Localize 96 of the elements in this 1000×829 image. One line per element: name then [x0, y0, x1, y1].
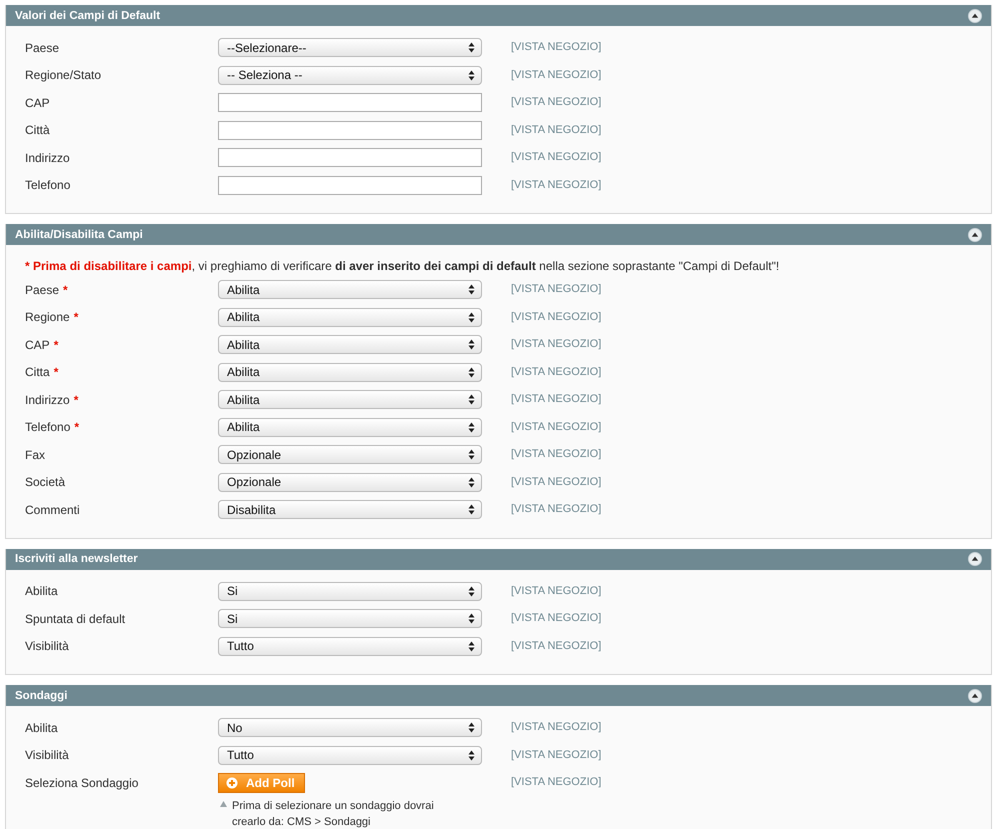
select-dropdown[interactable]: Abilita [218, 418, 482, 436]
scope-label: [VISTA NEGOZIO] [511, 95, 602, 110]
up-down-arrows-icon [468, 422, 475, 432]
field-label: Regione [25, 310, 70, 324]
required-mark: * [74, 392, 78, 406]
collapse-icon[interactable] [968, 688, 982, 702]
scope-label: [VISTA NEGOZIO] [511, 611, 602, 626]
field-label: Paese [25, 40, 60, 54]
section-title: Sondaggi [15, 690, 68, 702]
scope-label: [VISTA NEGOZIO] [511, 122, 602, 138]
text-input[interactable] [218, 120, 482, 140]
plus-icon [226, 777, 238, 789]
field-label: Regione/Stato [25, 68, 102, 82]
field-label: Visibilità [25, 639, 69, 653]
collapse-icon[interactable] [968, 552, 982, 566]
scope-label: [VISTA NEGOZIO] [511, 748, 602, 762]
scope-label: [VISTA NEGOZIO] [511, 775, 602, 790]
up-down-arrows-icon [468, 312, 475, 322]
section-title: Abilita/Disabilita Campi [15, 228, 143, 240]
section-title: Iscriviti alla newsletter [15, 553, 138, 565]
required-mark: * [54, 338, 58, 352]
scope-label: [VISTA NEGOZIO] [511, 68, 602, 82]
scope-label: [VISTA NEGOZIO] [511, 310, 602, 324]
select-dropdown[interactable]: Abilita [218, 308, 482, 326]
up-down-arrows-icon [468, 70, 475, 80]
text-input[interactable] [218, 148, 482, 167]
field-label: Indirizzo [25, 150, 70, 164]
select-dropdown[interactable]: Abilita [218, 335, 482, 354]
select-dropdown[interactable]: Opzionale [218, 472, 482, 492]
up-down-arrows-icon [468, 722, 475, 733]
field-label: Fax [25, 448, 46, 462]
up-down-arrows-icon [468, 750, 475, 760]
field-label: Paese [25, 282, 60, 296]
select-dropdown[interactable]: No [218, 718, 482, 737]
field-label: Società [25, 475, 66, 489]
select-dropdown[interactable]: Si [218, 582, 482, 600]
collapse-icon[interactable] [968, 228, 982, 242]
scope-label: [VISTA NEGOZIO] [511, 638, 602, 654]
up-down-arrows-icon [468, 476, 475, 488]
scope-label: [VISTA NEGOZIO] [511, 420, 602, 434]
select-dropdown[interactable]: Abilita [218, 362, 482, 382]
select-dropdown[interactable]: -- Seleziona -- [218, 66, 482, 84]
select-dropdown[interactable]: Tutto [218, 746, 482, 764]
text-input[interactable] [218, 93, 482, 112]
up-down-arrows-icon [468, 394, 475, 405]
required-mark: * [54, 365, 58, 379]
up-down-arrows-icon [468, 586, 475, 596]
field-label: Commenti [25, 502, 80, 516]
field-label: Abilita [25, 584, 58, 598]
select-dropdown[interactable]: Disabilita [218, 500, 482, 519]
scope-label: [VISTA NEGOZIO] [511, 337, 602, 352]
scope-label: [VISTA NEGOZIO] [511, 178, 602, 192]
field-label: Citta [25, 365, 50, 379]
field-label: CAP [25, 96, 50, 110]
scope-label: [VISTA NEGOZIO] [511, 40, 602, 55]
up-down-arrows-icon [468, 284, 475, 295]
up-down-arrows-icon [468, 640, 475, 652]
select-dropdown[interactable]: Si [218, 609, 482, 628]
field-label: Seleziona Sondaggio [25, 776, 138, 790]
select-dropdown[interactable]: Opzionale [218, 445, 482, 464]
scope-label: [VISTA NEGOZIO] [511, 364, 602, 380]
field-label: Spuntata di default [25, 612, 126, 626]
field-label: Città [25, 123, 50, 137]
field-label: Telefono [25, 420, 70, 434]
notice-text: * Prima di disabilitare i campi, vi preghiamo di verificare di aver inserito dei campi di default nella sezione soprastante "Campi di Default"! [25, 258, 780, 275]
field-label: CAP [25, 338, 50, 352]
scope-label: [VISTA NEGOZIO] [511, 502, 602, 517]
text-input[interactable] [218, 176, 482, 194]
required-mark: * [74, 420, 80, 434]
scope-label: [VISTA NEGOZIO] [511, 150, 602, 165]
scope-label: [VISTA NEGOZIO] [511, 474, 602, 490]
collapse-icon[interactable] [968, 8, 982, 22]
select-dropdown[interactable]: Tutto [218, 636, 482, 656]
scope-label: [VISTA NEGOZIO] [511, 392, 602, 407]
required-mark: * [74, 310, 78, 324]
scope-label: [VISTA NEGOZIO] [511, 720, 602, 735]
hint-text: Prima di selezionare un sondaggio dovrai crearlo da: CMS > Sondaggi [232, 799, 435, 829]
scope-label: [VISTA NEGOZIO] [511, 584, 602, 598]
select-dropdown[interactable]: --Selezionare-- [218, 38, 482, 57]
field-label: Visibilità [25, 748, 69, 762]
select-dropdown[interactable]: Abilita [218, 390, 482, 409]
up-down-arrows-icon [468, 504, 475, 515]
up-down-arrows-icon [468, 366, 475, 378]
scope-label: [VISTA NEGOZIO] [511, 447, 602, 462]
up-down-arrows-icon [468, 613, 475, 624]
up-down-arrows-icon [468, 449, 475, 460]
field-label: Indirizzo [25, 392, 70, 406]
field-label: Telefono [25, 178, 70, 192]
field-label: Abilita [25, 720, 58, 734]
select-dropdown[interactable]: Abilita [218, 280, 482, 299]
up-down-arrows-icon [468, 339, 475, 350]
up-down-arrows-icon [468, 42, 475, 53]
section-title: Valori dei Campi di Default [15, 10, 160, 22]
scope-label: [VISTA NEGOZIO] [511, 282, 602, 297]
required-mark: * [63, 282, 68, 296]
triangle-icon [220, 801, 227, 807]
